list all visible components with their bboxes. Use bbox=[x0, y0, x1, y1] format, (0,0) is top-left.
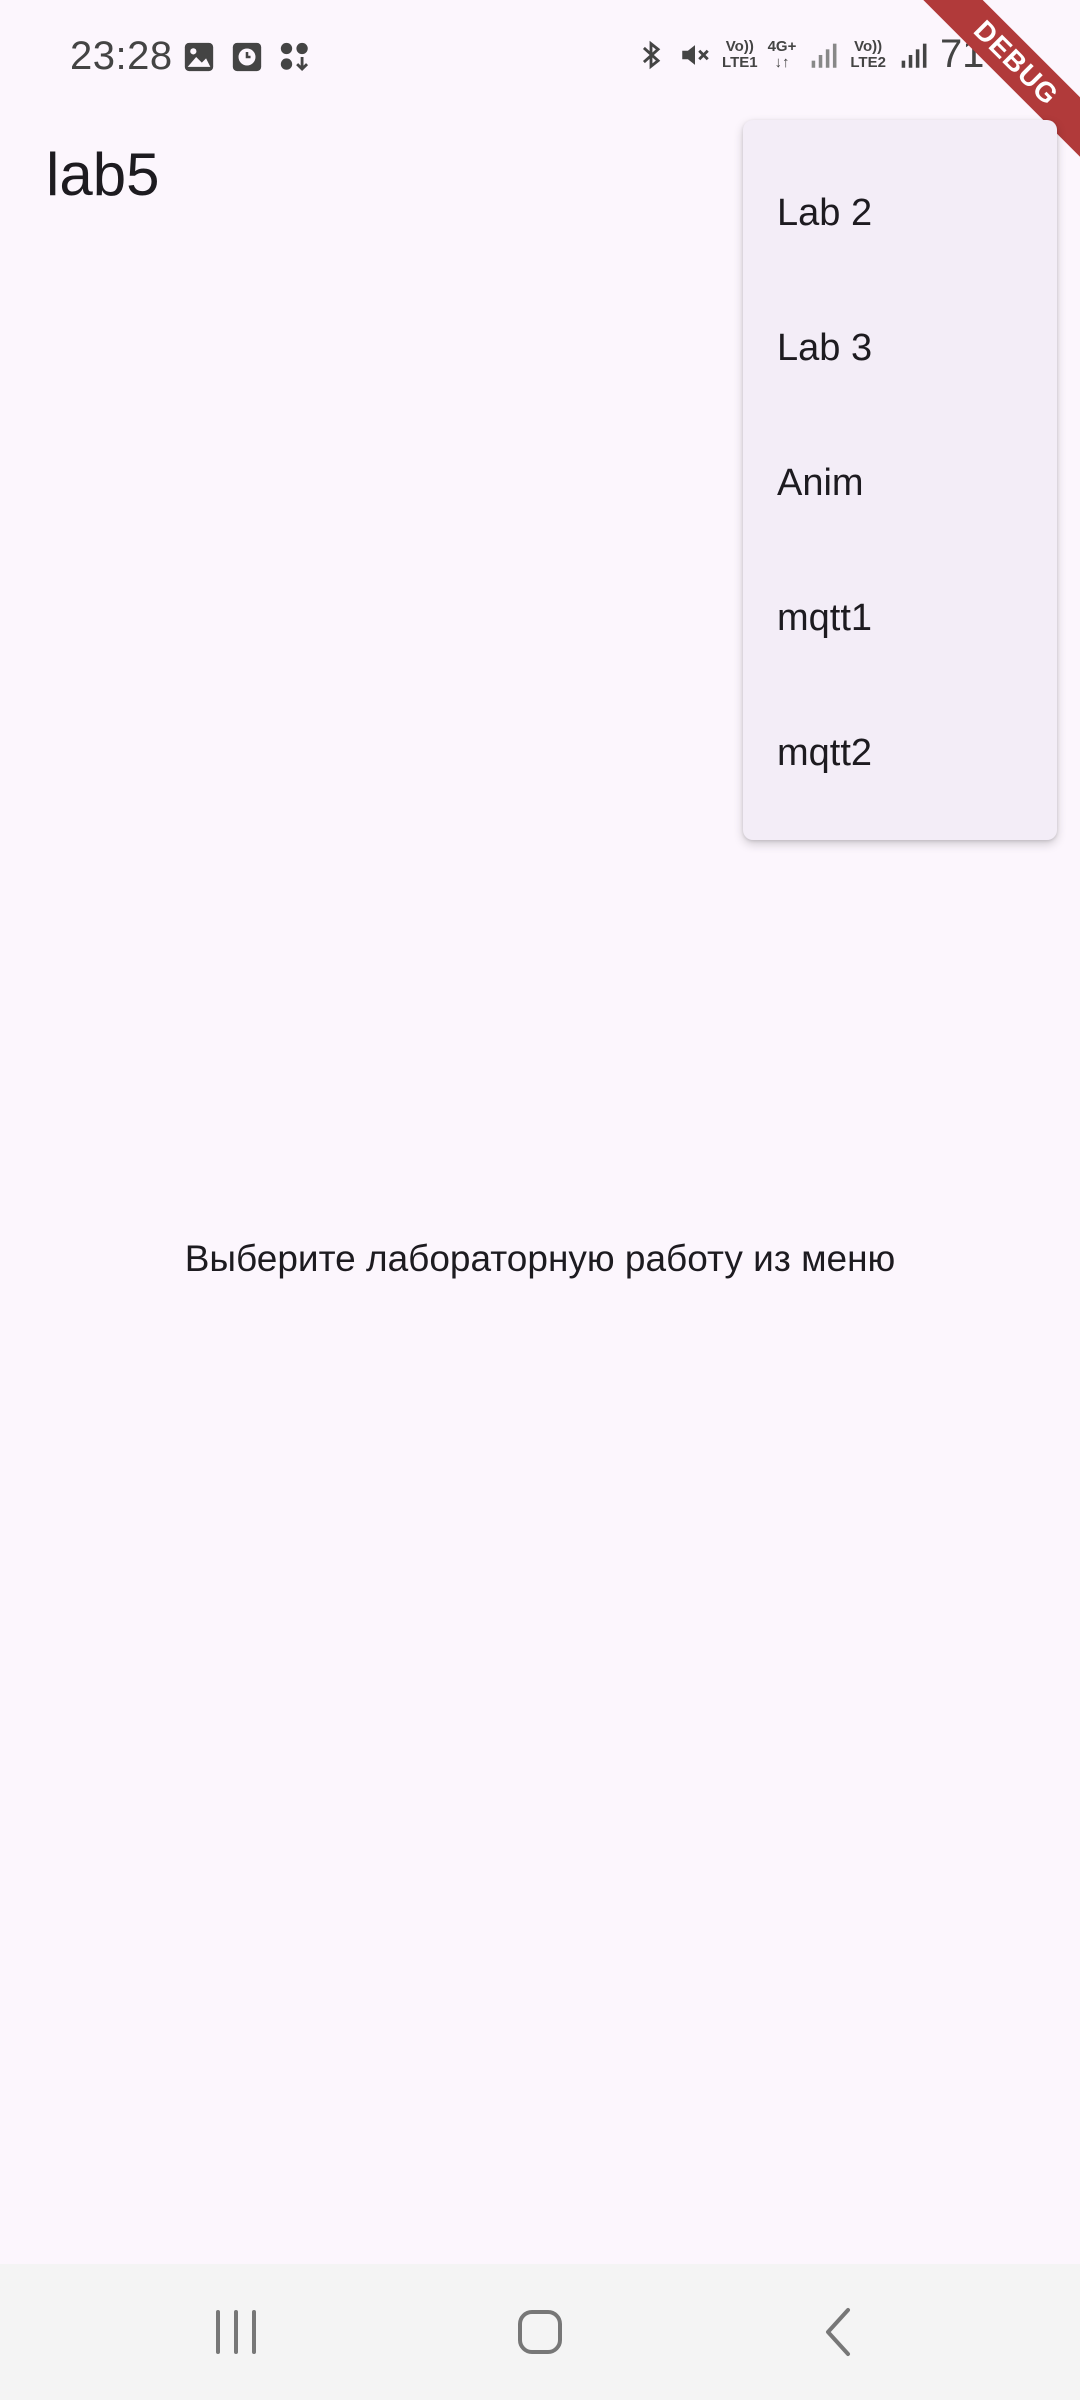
mute-icon bbox=[682, 44, 709, 65]
home-icon[interactable] bbox=[500, 2292, 580, 2372]
clock-icon bbox=[232, 42, 262, 72]
navigation-bar bbox=[0, 2264, 1080, 2400]
signal-icon bbox=[812, 43, 837, 68]
status-right-icons: Vo)) LTE1 4G+ ↓↑ Vo)) LTE2 71% bbox=[634, 32, 1020, 77]
popup-menu: Lab 2 Lab 3 Anim mqtt1 mqtt2 bbox=[743, 120, 1057, 840]
menu-item-anim[interactable]: Anim bbox=[743, 416, 1057, 551]
empty-state-message: Выберите лабораторную работу из меню bbox=[184, 1238, 896, 1279]
status-time: 23:28 bbox=[70, 34, 173, 78]
network-4g: 4G+ ↓↑ bbox=[767, 37, 797, 71]
menu-item-mqtt1[interactable]: mqtt1 bbox=[743, 551, 1057, 686]
app-title: lab5 bbox=[46, 141, 160, 208]
bluetooth-icon bbox=[643, 40, 661, 69]
network-lte1: Vo)) LTE1 bbox=[722, 37, 758, 71]
app-download-icon bbox=[280, 42, 309, 72]
menu-item-lab2[interactable]: Lab 2 bbox=[743, 146, 1057, 281]
image-icon bbox=[184, 42, 214, 72]
status-bar: 23:28 Vo)) LTE1 4G+ ↓↑ Vo)) LTE2 71% bbox=[0, 0, 1080, 118]
back-icon[interactable] bbox=[800, 2292, 880, 2372]
recent-apps-icon[interactable] bbox=[196, 2292, 276, 2372]
menu-item-lab3[interactable]: Lab 3 bbox=[743, 281, 1057, 416]
menu-item-mqtt2[interactable]: mqtt2 bbox=[743, 686, 1057, 821]
signal-icon bbox=[901, 43, 927, 68]
status-left-icons bbox=[182, 40, 312, 74]
network-lte2: Vo)) LTE2 bbox=[850, 37, 886, 71]
battery-percent: 71% bbox=[939, 32, 1020, 76]
